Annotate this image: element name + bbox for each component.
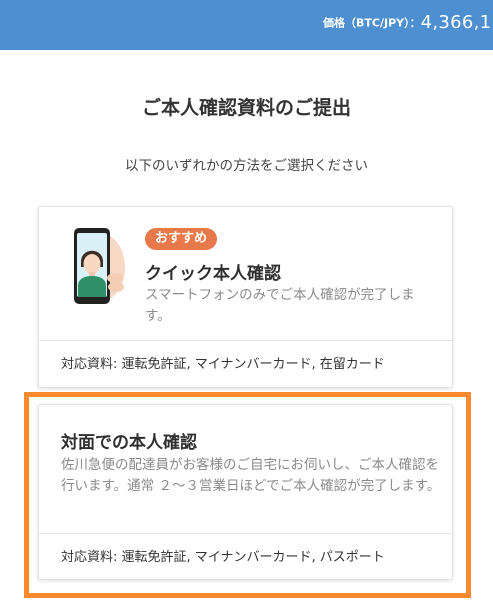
- card-divider: [39, 340, 452, 341]
- quick-verification-option[interactable]: おすすめ クイック本人確認 スマートフォンのみでご本人確認が完了します。 対応資…: [38, 206, 453, 388]
- btc-price-ticker: 価格（BTC/JPY）：4,366,1: [323, 12, 491, 33]
- smartphone-selfie-icon: [74, 228, 125, 304]
- option-description: 佐川急便の配達員がお客様のご自宅にお伺いし、ご本人確認を行います。通常 ２～３営…: [61, 457, 441, 494]
- top-header-bar: 価格（BTC/JPY）：4,366,1: [0, 0, 493, 50]
- page-title: ご本人確認資料のご提出: [141, 97, 351, 119]
- supported-documents: 対応資料: 運転免許証, マイナンバーカード, 在留カード: [61, 357, 385, 372]
- option-description: スマートフォンのみでご本人確認が完了します。: [145, 287, 415, 324]
- recommended-badge: おすすめ: [145, 228, 218, 250]
- page-subtitle: 以下のいずれかの方法をご選択ください: [125, 158, 368, 174]
- price-value: 4,366,1: [420, 12, 492, 33]
- in-person-verification-option[interactable]: 対面での本人確認 佐川急便の配達員がお客様のご自宅にお伺いし、ご本人確認を行いま…: [38, 404, 453, 580]
- price-label: 価格（BTC/JPY）：: [323, 16, 421, 30]
- option-title: クイック本人確認: [145, 264, 281, 284]
- card-divider: [39, 533, 452, 534]
- option-title: 対面での本人確認: [61, 433, 197, 453]
- supported-documents: 対応資料: 運転免許証, マイナンバーカード, パスポート: [61, 550, 385, 565]
